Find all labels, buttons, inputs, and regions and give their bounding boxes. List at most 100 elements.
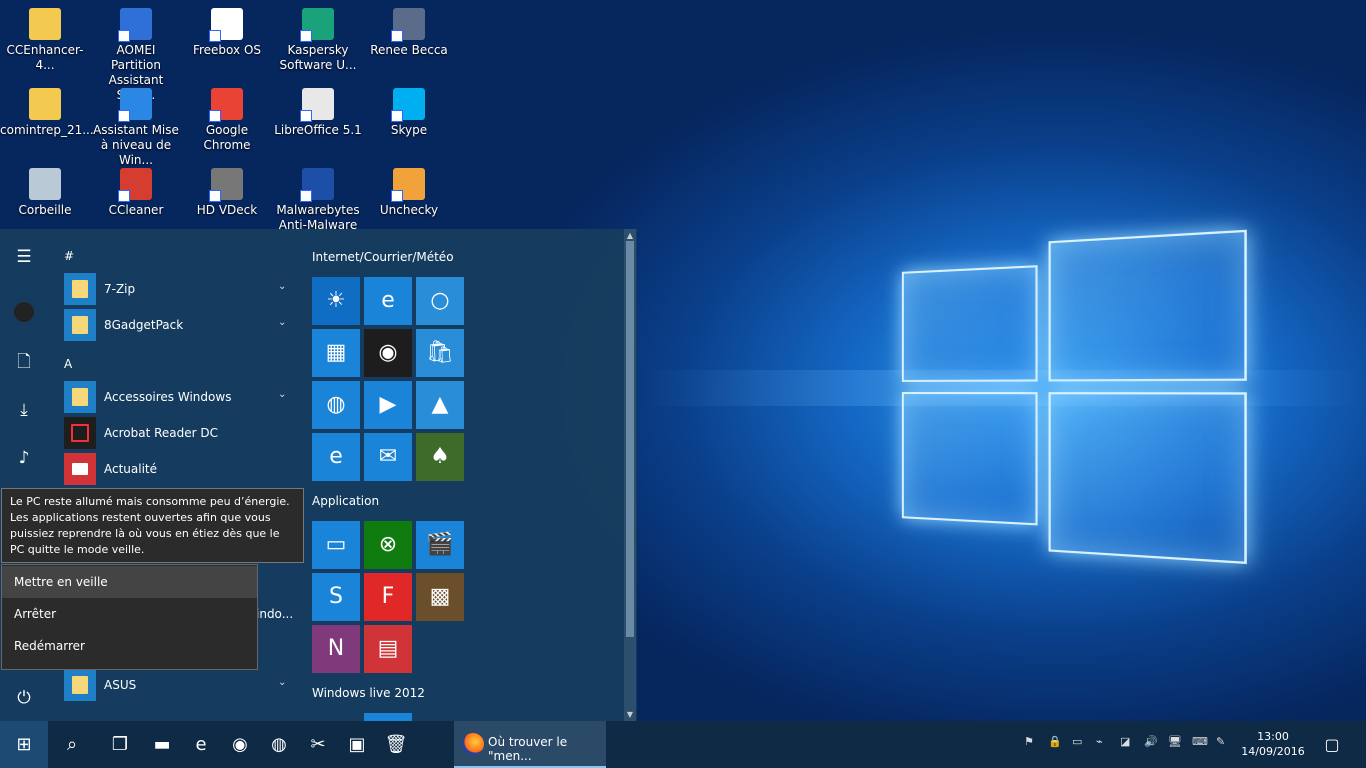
desktop-icon-chrome[interactable]: Google Chrome — [182, 80, 272, 153]
app-item-asus[interactable]: ASUS ⌄ — [64, 669, 294, 701]
edge-icon[interactable]: e — [364, 277, 412, 325]
calendar-icon[interactable]: ▦ — [312, 329, 360, 377]
firefox-icon[interactable]: ◍ — [312, 381, 360, 429]
usb-icon[interactable]: ⌁ — [1096, 735, 1103, 748]
desktop-icon-label: Unchecky — [379, 203, 439, 217]
taskbar-firefox-window[interactable]: Où trouver le "men... — [454, 721, 606, 768]
freebox-icon — [209, 8, 243, 42]
desktop-icon-hd-vdeck[interactable]: HD VDeck — [182, 160, 272, 218]
cortana-icon[interactable]: ○ — [416, 277, 464, 325]
connect-icon[interactable]: ▭ — [312, 521, 360, 569]
onenote-icon[interactable]: N — [312, 625, 360, 673]
desktop-icon-libreoffice[interactable]: LibreOffice 5.1 — [273, 80, 363, 138]
unchecky-icon — [391, 168, 425, 202]
desktop-icon-folder[interactable]: CCEnhancer-4... — [0, 0, 90, 73]
section-header-hash[interactable]: # — [64, 249, 74, 263]
desktop-icon-unchecky[interactable]: Unchecky — [364, 160, 454, 218]
desktop-icon-recycle-bin[interactable]: Corbeille — [0, 160, 90, 218]
store-icon[interactable]: 🛍 — [416, 329, 464, 377]
pinned-snipping-tool-icon[interactable]: ✂ — [298, 721, 338, 768]
xbox-icon[interactable]: ⊗ — [364, 521, 412, 569]
minecraft-icon[interactable]: ▩ — [416, 573, 464, 621]
kaspersky-icon — [300, 8, 334, 42]
chrome-icon[interactable]: ◉ — [364, 329, 412, 377]
chevron-down-icon[interactable]: ⌄ — [278, 677, 286, 688]
desktop-icon-label: comintrep_21... — [0, 123, 94, 137]
sleep-menu-item[interactable]: Mettre en veille — [2, 566, 257, 598]
desktop-icon-label: Freebox OS — [192, 43, 262, 57]
clock-time: 13:00 — [1257, 730, 1289, 743]
pen-icon[interactable]: ✎ — [1216, 735, 1225, 748]
shutdown-menu-item[interactable]: Arrêter — [2, 598, 257, 630]
music-icon[interactable]: ♪ — [12, 446, 36, 470]
chevron-down-icon[interactable]: ⌄ — [278, 389, 286, 400]
pinned-firefox-icon[interactable]: ◍ — [259, 721, 299, 768]
pinned-photo-viewer-icon[interactable]: ▣ — [337, 721, 377, 768]
restart-menu-item[interactable]: Redémarrer — [2, 630, 257, 662]
folder-icon — [29, 8, 61, 40]
flipboard-icon[interactable]: F — [364, 573, 412, 621]
photos-icon[interactable]: ▲ — [416, 381, 464, 429]
search-icon[interactable]: ⌕ — [52, 721, 92, 768]
app-item-actualite[interactable]: Actualité — [64, 453, 294, 485]
group-windows-live[interactable]: Windows live 2012 — [312, 686, 425, 700]
user-avatar-icon[interactable] — [14, 302, 34, 322]
network-icon[interactable]: 🖥 — [1168, 735, 1182, 748]
keyboard-icon[interactable]: ⌨ — [1192, 735, 1208, 748]
malwarebytes-icon — [300, 168, 334, 202]
app-item-7zip[interactable]: 7-Zip ⌄ — [64, 273, 294, 305]
scroll-up-icon[interactable]: ▲ — [624, 231, 636, 240]
app-item-acrobat[interactable]: Acrobat Reader DC — [64, 417, 294, 449]
news-icon[interactable]: ▤ — [364, 625, 412, 673]
chrome-icon — [209, 88, 243, 122]
scroll-down-icon[interactable]: ▼ — [624, 710, 636, 719]
desktop-icon-skype[interactable]: Skype — [364, 80, 454, 138]
pinned-desktop-icon[interactable]: ▬ — [142, 721, 182, 768]
chevron-down-icon[interactable]: ⌄ — [278, 281, 286, 292]
scroll-thumb[interactable] — [626, 241, 634, 637]
weather-icon[interactable]: ☀ — [312, 277, 360, 325]
desktop-icon-renee-becca[interactable]: Renee Becca — [364, 0, 454, 58]
security-flag-icon[interactable]: ⚑ — [1024, 735, 1034, 748]
aomei-icon — [118, 8, 152, 42]
start-button[interactable]: ⊞ — [0, 721, 48, 768]
documents-icon[interactable]: 🗋 — [12, 350, 36, 374]
chevron-down-icon[interactable]: ⌄ — [278, 317, 286, 328]
task-view-icon[interactable]: ❐ — [100, 721, 140, 768]
tile-partial[interactable] — [364, 713, 412, 721]
desktop-icon-windows-update[interactable]: Assistant Mise à niveau de Win... — [91, 80, 181, 168]
media-player-icon[interactable]: ▶ — [364, 381, 412, 429]
tiles-area: Internet/Courrier/Météo ☀ e ○ ▦ ◉ 🛍 ◍ ▶ ▲ e ✉ ♠ App… — [298, 229, 624, 721]
pinned-recycle-bin-icon[interactable]: 🗑 — [376, 721, 416, 768]
group-application[interactable]: Application — [312, 494, 379, 508]
pinned-internet-explorer-icon[interactable]: e — [181, 721, 221, 768]
sleep-tooltip: Le PC reste allumé mais consomme peu d’é… — [1, 488, 304, 563]
start-scrollbar[interactable]: ▲ ▼ — [624, 229, 636, 721]
volume-icon[interactable]: 🔊 — [1144, 735, 1158, 748]
desktop-icon-ccleaner[interactable]: CCleaner — [91, 160, 181, 218]
app-item-accessoires[interactable]: Accessoires Windows ⌄ — [64, 381, 294, 413]
movies-icon[interactable]: 🎬 — [416, 521, 464, 569]
downloads-icon[interactable]: ⤓ — [12, 398, 36, 422]
desktop-icon-freebox[interactable]: Freebox OS — [182, 0, 272, 58]
battery-icon[interactable]: ▭ — [1072, 735, 1082, 748]
group-internet[interactable]: Internet/Courrier/Météo — [312, 250, 454, 264]
notification-center-icon[interactable]: ▢ — [1312, 721, 1352, 768]
windows-update-icon — [118, 88, 152, 122]
hamburger-icon[interactable]: ☰ — [12, 245, 36, 269]
power-icon[interactable]: ⏻ — [12, 686, 36, 710]
desktop-icon-kaspersky[interactable]: Kaspersky Software U... — [273, 0, 363, 73]
lock-icon[interactable]: 🔒 — [1048, 735, 1062, 748]
internet-explorer-icon[interactable]: e — [312, 433, 360, 481]
mail-icon[interactable]: ✉ — [364, 433, 412, 481]
pinned-chrome-icon[interactable]: ◉ — [220, 721, 260, 768]
nvidia-icon[interactable]: ◪ — [1120, 735, 1130, 748]
desktop-icon-malwarebytes[interactable]: Malwarebytes Anti-Malware — [273, 160, 363, 233]
app-item-8gadgetpack[interactable]: 8GadgetPack ⌄ — [64, 309, 294, 341]
solitaire-icon[interactable]: ♠ — [416, 433, 464, 481]
section-header-a[interactable]: A — [64, 357, 72, 371]
power-menu: Mettre en veille Arrêter Redémarrer — [1, 564, 258, 670]
shazam-icon[interactable]: S — [312, 573, 360, 621]
desktop-icon-folder[interactable]: comintrep_21... — [0, 80, 94, 138]
clock[interactable]: 13:00 14/09/2016 — [1240, 729, 1306, 759]
